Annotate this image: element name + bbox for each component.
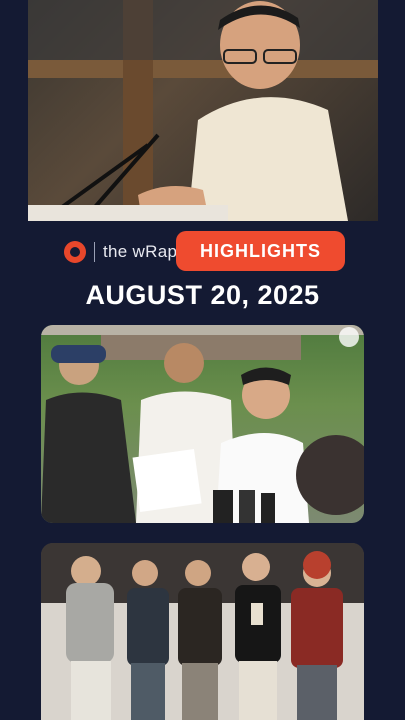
page-title-date: AUGUST 20, 2025 xyxy=(85,280,320,310)
highlights-badge: HIGHLIGHTS xyxy=(176,231,345,271)
news-photo-band-poster[interactable] xyxy=(41,543,364,720)
brand-row: the wRap xyxy=(64,240,177,264)
news-photo-flood-control-inspection[interactable] xyxy=(41,325,364,523)
news-photo-senate-hearing[interactable] xyxy=(28,0,378,221)
band-illustration xyxy=(41,543,364,720)
rappler-logo-icon xyxy=(64,241,86,263)
senate-hearing-illustration xyxy=(28,0,378,221)
inspection-illustration xyxy=(41,325,364,523)
brand-text: the wRap xyxy=(103,242,178,261)
brand-divider xyxy=(94,242,95,262)
